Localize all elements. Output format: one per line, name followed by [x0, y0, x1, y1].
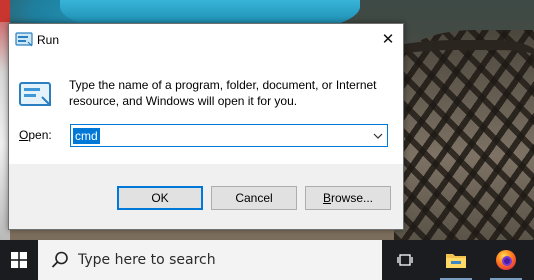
dialog-content: Type the name of a program, folder, docu…	[9, 54, 403, 164]
start-button[interactable]	[0, 240, 38, 280]
firefox-icon	[496, 250, 516, 270]
open-combobox[interactable]: cmd	[70, 124, 388, 147]
file-explorer-icon	[446, 254, 466, 268]
dropdown-button[interactable]	[369, 125, 387, 146]
file-explorer-button[interactable]	[436, 240, 476, 280]
windows-logo-icon	[11, 252, 27, 268]
browse-button-label: rowse...	[331, 191, 374, 205]
open-label-text: pen:	[28, 128, 52, 142]
open-label: Open:	[19, 128, 52, 142]
open-label-accesskey: O	[19, 128, 29, 142]
search-placeholder: Type here to search	[78, 252, 216, 268]
browse-button-accesskey: B	[322, 191, 331, 205]
chevron-down-icon	[373, 133, 383, 139]
cancel-button[interactable]: Cancel	[211, 186, 297, 210]
run-icon	[15, 32, 33, 47]
close-button[interactable]: ✕	[373, 24, 403, 54]
run-program-icon	[19, 82, 51, 106]
task-view-button[interactable]	[386, 240, 426, 280]
task-view-icon	[397, 254, 413, 266]
dialog-title: Run	[37, 33, 60, 47]
cancel-button-label: Cancel	[235, 191, 273, 205]
run-dialog: Run ✕ Type the name of a program, folder…	[8, 23, 404, 230]
ok-button[interactable]: OK	[117, 186, 203, 210]
search-icon	[51, 251, 68, 268]
close-icon: ✕	[381, 31, 395, 48]
taskbar-search-box[interactable]: Type here to search	[38, 240, 382, 280]
firefox-button[interactable]	[486, 240, 526, 280]
open-input-value[interactable]: cmd	[73, 128, 100, 144]
browse-button[interactable]: Browse...	[305, 186, 391, 210]
title-bar[interactable]: Run ✕	[9, 24, 403, 54]
dialog-description: Type the name of a program, folder, docu…	[69, 78, 377, 108]
ok-button-label: OK	[151, 191, 169, 205]
taskbar: Type here to search	[0, 240, 534, 280]
